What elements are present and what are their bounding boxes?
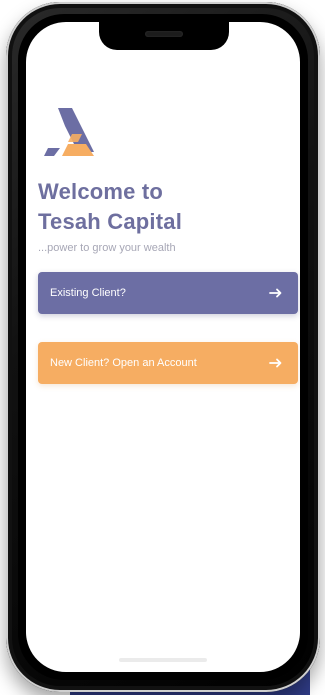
tesah-capital-logo-icon bbox=[38, 102, 100, 160]
phone-frame: Welcome to Tesah Capital ...power to gro… bbox=[6, 2, 320, 692]
new-client-open-account-button[interactable]: New Client? Open an Account bbox=[38, 342, 298, 384]
welcome-title: Welcome to Tesah Capital bbox=[38, 179, 183, 234]
home-indicator bbox=[119, 658, 207, 662]
new-client-label: New Client? Open an Account bbox=[50, 357, 197, 369]
phone-notch bbox=[99, 22, 229, 50]
arrow-right-icon bbox=[269, 288, 282, 298]
arrow-right-icon bbox=[269, 358, 282, 368]
speaker-grille bbox=[145, 31, 183, 37]
existing-client-button[interactable]: Existing Client? bbox=[38, 272, 298, 314]
marketing-mockup: Welcome to Tesah Capital ...power to gro… bbox=[0, 0, 325, 695]
tagline: ...power to grow your wealth bbox=[38, 242, 176, 254]
phone-screen: Welcome to Tesah Capital ...power to gro… bbox=[26, 22, 300, 672]
existing-client-label: Existing Client? bbox=[50, 287, 126, 299]
